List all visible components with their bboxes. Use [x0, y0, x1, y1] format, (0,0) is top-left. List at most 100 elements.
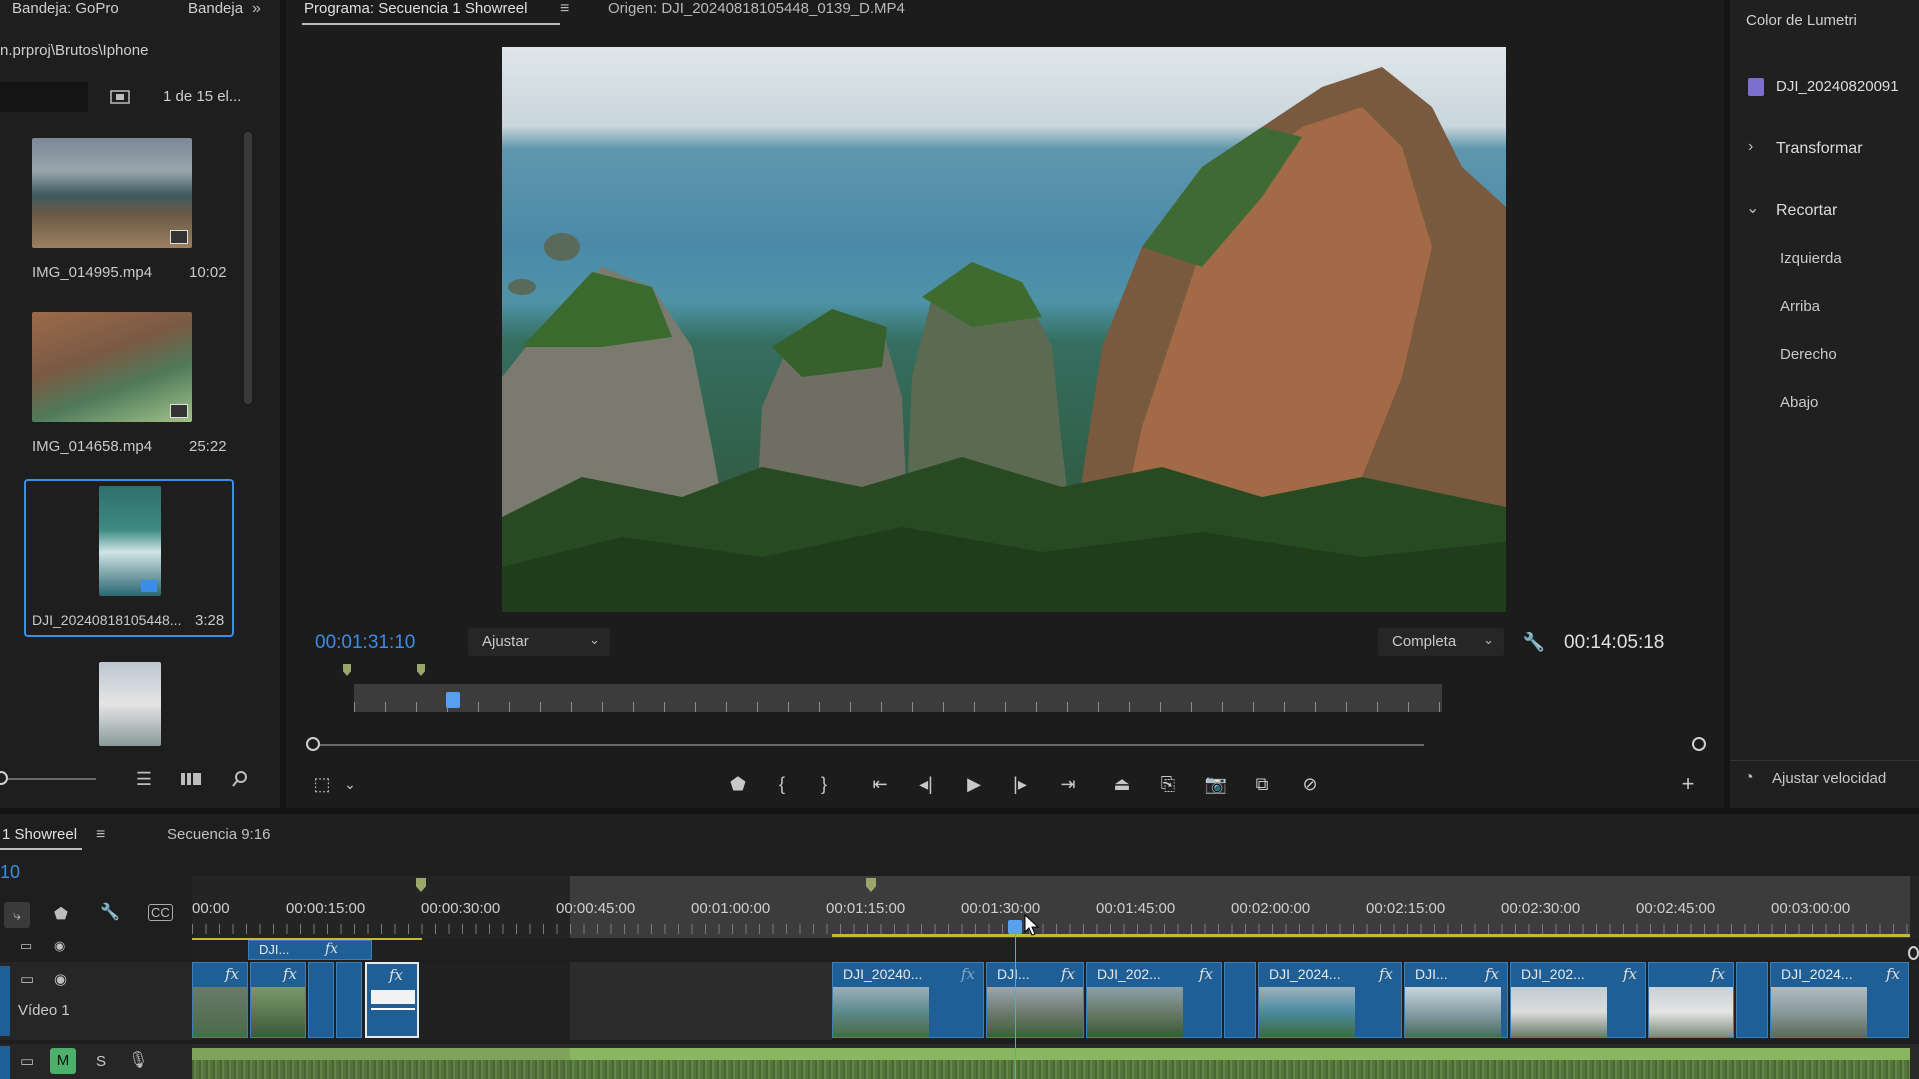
nest-sequence-icon[interactable]: ⤷ [4, 902, 30, 928]
timeline-clip[interactable]: DJI_202... fx [1086, 962, 1222, 1038]
timeline-clip-selected[interactable]: fx [365, 962, 419, 1038]
project-tab-gopro[interactable]: Bandeja: GoPro [12, 0, 119, 17]
solo-button[interactable]: S [96, 1053, 106, 1070]
export-frame-icon[interactable]: 📷 [1202, 770, 1230, 798]
timeline-clip[interactable]: DJI... fx [1404, 962, 1508, 1038]
project-scrollbar[interactable] [244, 132, 252, 404]
safe-margins-icon[interactable]: ⬚ [308, 770, 336, 798]
quality-dropdown[interactable]: Completa ⌄ [1378, 628, 1504, 656]
track-target-indicator[interactable] [0, 1046, 10, 1079]
timeline-clip[interactable] [1224, 962, 1256, 1038]
fit-dropdown[interactable]: Ajustar ⌄ [468, 628, 610, 656]
wrench-icon[interactable]: 🔧 [1522, 630, 1546, 654]
tab-source[interactable]: Origen: DJI_20240818105448_0139_D.MP4 [608, 0, 905, 17]
play-icon[interactable]: ▶ [960, 770, 988, 798]
timeline-tab-showreel[interactable]: 1 Showreel [2, 826, 77, 843]
timeline-clip[interactable] [308, 962, 334, 1038]
track-header-v2: ▭ ◉ [0, 938, 192, 958]
chevron-down-icon[interactable]: ⌄ [1746, 198, 1759, 218]
step-forward-icon[interactable]: |▸ [1006, 770, 1034, 798]
track-output-icon[interactable]: ▭ [20, 938, 32, 954]
clip-thumbnail[interactable] [32, 312, 192, 422]
clip-thumbnail[interactable] [32, 138, 192, 248]
timeline-clip[interactable]: DJI_2024... fx [1770, 962, 1909, 1038]
go-to-out-icon[interactable]: ⇥ [1054, 770, 1082, 798]
clip-thumbnail[interactable] [99, 486, 161, 596]
snap-icon[interactable]: ⬟ [54, 904, 68, 924]
timeline-clip[interactable]: fx [250, 962, 306, 1038]
current-timecode[interactable]: 00:01:31:10 [315, 632, 415, 654]
track-target-indicator[interactable] [0, 966, 10, 1036]
track-output-icon[interactable]: ▭ [20, 1052, 34, 1070]
icon-view-icon[interactable] [178, 768, 204, 790]
tab-program[interactable]: Programa: Secuencia 1 Showreel [304, 0, 527, 17]
in-marker-icon[interactable] [343, 664, 351, 676]
search-icon[interactable] [228, 768, 252, 790]
timeline-timecode[interactable]: 10 [0, 862, 20, 883]
microphone-icon[interactable]: 🎙 [128, 1050, 148, 1070]
eye-icon[interactable]: ◉ [54, 938, 65, 954]
timeline-clip[interactable]: DJI... fx [986, 962, 1084, 1038]
chevron-down-icon[interactable]: ⌄ [336, 770, 364, 798]
audio-clip[interactable] [192, 1044, 1919, 1079]
lift-icon[interactable]: ⏏ [1108, 770, 1136, 798]
compare-view-icon[interactable]: ⧉ [1248, 770, 1276, 798]
zoom-scroll-bar[interactable] [312, 744, 1424, 746]
zoom-scroll-right-handle[interactable] [1692, 737, 1706, 751]
fx-badge: fx [282, 965, 297, 983]
timeline-clip[interactable] [1736, 962, 1768, 1038]
ruler-label: 00:00 [192, 900, 230, 917]
extract-icon[interactable]: ⎘ [1154, 770, 1182, 798]
timeline-clip[interactable]: DJI_2024... fx [1258, 962, 1402, 1038]
crop-right-label: Derecho [1780, 346, 1837, 363]
section-recortar[interactable]: Recortar [1776, 202, 1837, 220]
timeline-tab-916[interactable]: Secuencia 9:16 [167, 826, 270, 843]
step-back-icon[interactable]: ◂| [912, 770, 940, 798]
out-marker-icon[interactable] [417, 664, 425, 676]
project-tab-bin[interactable]: Bandeja [188, 0, 243, 17]
video-frame[interactable] [502, 47, 1506, 612]
button-editor-icon[interactable]: + [1674, 770, 1702, 798]
speed-button[interactable]: ◔ Ajustar velocidad [1730, 760, 1919, 794]
track-output-icon[interactable]: ▭ [20, 970, 34, 988]
clip-name: DJI... [259, 942, 290, 957]
zoom-scroll-left-handle[interactable] [306, 737, 320, 751]
panel-menu-icon[interactable]: ≡ [560, 0, 569, 18]
timeline-playhead-handle[interactable] [1008, 920, 1022, 934]
mute-button[interactable]: M [50, 1048, 76, 1074]
playhead-handle[interactable] [446, 692, 460, 708]
ruler-label: 00:01:15:00 [826, 900, 906, 917]
timeline-clip[interactable]: DJI... fx [248, 940, 372, 960]
new-bin-icon[interactable] [108, 86, 132, 106]
timeline-clip[interactable]: fx [1648, 962, 1734, 1038]
proxy-toggle-icon[interactable]: ⊘ [1296, 770, 1324, 798]
captions-icon[interactable]: CC [148, 904, 173, 921]
ruler-label: 00:02:45:00 [1636, 900, 1716, 917]
mark-in-icon[interactable]: { [768, 770, 796, 798]
timeline-clip[interactable]: DJI_202... fx [1510, 962, 1646, 1038]
vertical-scroll-handle[interactable] [1908, 946, 1919, 960]
add-marker-icon[interactable]: ⬟ [724, 770, 752, 798]
timeline-clip[interactable]: fx [192, 962, 248, 1038]
clip-name: DJI_202... [1097, 966, 1161, 982]
zoom-slider[interactable] [0, 778, 96, 780]
more-tabs-icon[interactable]: » [252, 0, 261, 18]
clip-thumbnail[interactable] [99, 662, 161, 746]
clip-name: IMG_014995.mp4 [32, 264, 153, 281]
timeline-playhead[interactable] [1015, 920, 1016, 1079]
timeline-clip[interactable] [336, 962, 362, 1038]
chevron-right-icon[interactable]: › [1748, 138, 1753, 156]
section-transformar[interactable]: Transformar [1776, 140, 1863, 158]
zoom-slider-handle[interactable] [0, 771, 8, 785]
wrench-icon[interactable]: 🔧 [100, 902, 120, 922]
lumetri-title[interactable]: Color de Lumetri [1746, 12, 1857, 29]
timeline-clip[interactable]: DJI_20240... fx [832, 962, 984, 1038]
mark-out-icon[interactable]: } [810, 770, 838, 798]
list-view-icon[interactable]: ☰ [132, 768, 156, 790]
panel-menu-icon[interactable]: ≡ [96, 826, 105, 844]
work-area-bar[interactable] [832, 934, 1910, 937]
search-field[interactable] [0, 82, 88, 112]
eye-icon[interactable]: ◉ [54, 970, 67, 988]
monitor-ruler[interactable] [302, 684, 1442, 712]
go-to-in-icon[interactable]: ⇤ [866, 770, 894, 798]
